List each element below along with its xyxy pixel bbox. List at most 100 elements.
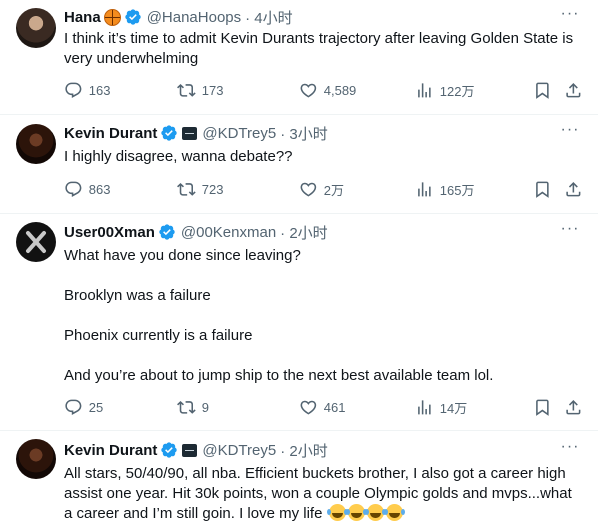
laughing-emoji-icon [326,504,346,521]
like-icon [299,180,318,199]
display-name[interactable]: Kevin Durant [64,442,157,459]
laughing-emoji-icon [383,504,403,521]
like-button[interactable]: 4,589 [299,81,356,100]
reply-button[interactable]: 863 [64,180,110,199]
display-name[interactable]: Kevin Durant [64,125,157,142]
share-button[interactable] [564,81,589,100]
reply-button[interactable]: 163 [64,81,110,100]
tweet-paragraph: Phoenix currently is a failure [64,327,253,344]
action-bar: 163 173 4,589 122万 [64,81,584,101]
bookmark-icon [533,398,552,417]
laughing-emoji-icon [364,504,384,521]
display-name[interactable]: Hana [64,9,101,26]
views-icon [415,180,434,199]
basketball-icon [103,8,121,26]
reply-icon [64,180,83,199]
like-button[interactable]: 2万 [299,180,344,199]
retweet-icon [177,180,196,199]
like-icon [299,81,318,100]
retweet-count: 173 [201,82,224,98]
tweet-header: User00Xman @00Kenxman · 2小时 [64,222,328,242]
user-handle[interactable]: @KDTrey5 [202,125,276,142]
more-icon[interactable]: ··· [560,6,580,26]
more-icon[interactable]: ··· [560,122,580,142]
tweet-header: Hana @HanaHoops · 4小时 [64,7,293,27]
affiliate-badge-icon[interactable] [182,126,198,140]
reply-icon [64,81,83,100]
tweet-text: I highly disagree, wanna debate?? [64,147,584,167]
avatar[interactable] [16,439,56,479]
verified-badge-icon [160,124,178,142]
tweet-1[interactable]: Hana @HanaHoops · 4小时 ··· I think it’s t… [0,0,598,115]
reply-count: 163 [88,82,111,98]
timestamp[interactable]: · 2小时 [280,440,328,461]
user-handle[interactable]: @KDTrey5 [202,442,276,459]
views-button[interactable]: 165万 [415,180,474,199]
retweet-icon [177,81,196,100]
retweet-count: 723 [201,181,224,197]
tweet-2[interactable]: Kevin Durant @KDTrey5 · 3小时 ··· I highly… [0,115,598,214]
display-name[interactable]: User00Xman [64,224,155,241]
tweet-paragraph: All stars, 50/40/90, all nba. Efficient … [64,464,584,524]
view-count: 14万 [439,401,468,416]
reply-button[interactable]: 25 [64,398,103,417]
reply-count: 25 [88,399,104,415]
tweet-text: I think it’s time to admit Kevin Durants… [64,29,584,69]
retweet-button[interactable]: 9 [177,398,209,417]
more-icon[interactable]: ··· [560,439,580,459]
verified-badge-icon [160,441,178,459]
bookmark-icon [533,180,552,199]
reply-count: 863 [88,181,111,197]
tweet-paragraph: I think it’s time to admit Kevin Durants… [64,30,574,67]
tweet-header: Kevin Durant @KDTrey5 · 2小时 [64,440,328,460]
like-count: 4,589 [323,82,357,98]
share-icon [564,398,583,417]
tweet-paragraph: And you’re about to jump ship to the nex… [64,367,494,384]
share-button[interactable] [564,180,589,199]
reply-icon [64,398,83,417]
bookmark-icon [533,81,552,100]
tweet-4[interactable]: Kevin Durant @KDTrey5 · 2小时 ··· All star… [0,431,598,527]
avatar[interactable] [16,124,56,164]
more-icon[interactable]: ··· [560,221,580,241]
view-count: 165万 [439,183,475,198]
like-icon [299,398,318,417]
like-count: 461 [323,399,346,415]
verified-badge-icon [158,223,176,241]
avatar[interactable] [16,8,56,48]
tweet-paragraph: Brooklyn was a failure [64,287,211,304]
bookmark-button[interactable] [533,180,558,199]
verified-badge-icon [124,8,142,26]
views-icon [415,398,434,417]
timestamp[interactable]: · 3小时 [280,123,328,144]
x-logo-icon [26,231,46,253]
share-icon [564,81,583,100]
avatar[interactable] [16,222,56,262]
share-button[interactable] [564,398,589,417]
timestamp[interactable]: · 2小时 [280,222,328,243]
views-button[interactable]: 122万 [415,81,474,100]
share-icon [564,180,583,199]
views-button[interactable]: 14万 [415,398,467,417]
like-button[interactable]: 461 [299,398,345,417]
tweet-text: What have you done since leaving? Brookl… [64,246,584,386]
tweet-3[interactable]: User00Xman @00Kenxman · 2小时 ··· What hav… [0,214,598,431]
retweet-button[interactable]: 173 [177,81,223,100]
user-handle[interactable]: @00Kenxman [181,224,276,241]
bookmark-button[interactable] [533,398,558,417]
affiliate-badge-icon[interactable] [182,443,198,457]
bookmark-button[interactable] [533,81,558,100]
action-bar: 25 9 461 14万 [64,398,584,418]
retweet-button[interactable]: 723 [177,180,223,199]
tweet-text: All stars, 50/40/90, all nba. Efficient … [64,464,584,524]
user-handle[interactable]: @HanaHoops [147,9,241,26]
tweet-paragraph: What have you done since leaving? [64,247,301,264]
timestamp[interactable]: · 4小时 [245,7,293,28]
laughing-emoji-icon [345,504,365,521]
action-bar: 863 723 2万 165万 [64,180,584,200]
retweet-icon [177,398,196,417]
tweet-paragraph-text: All stars, 50/40/90, all nba. Efficient … [64,465,572,522]
like-count: 2万 [323,183,344,198]
tweet-paragraph: I highly disagree, wanna debate?? [64,148,293,165]
view-count: 122万 [439,84,475,99]
